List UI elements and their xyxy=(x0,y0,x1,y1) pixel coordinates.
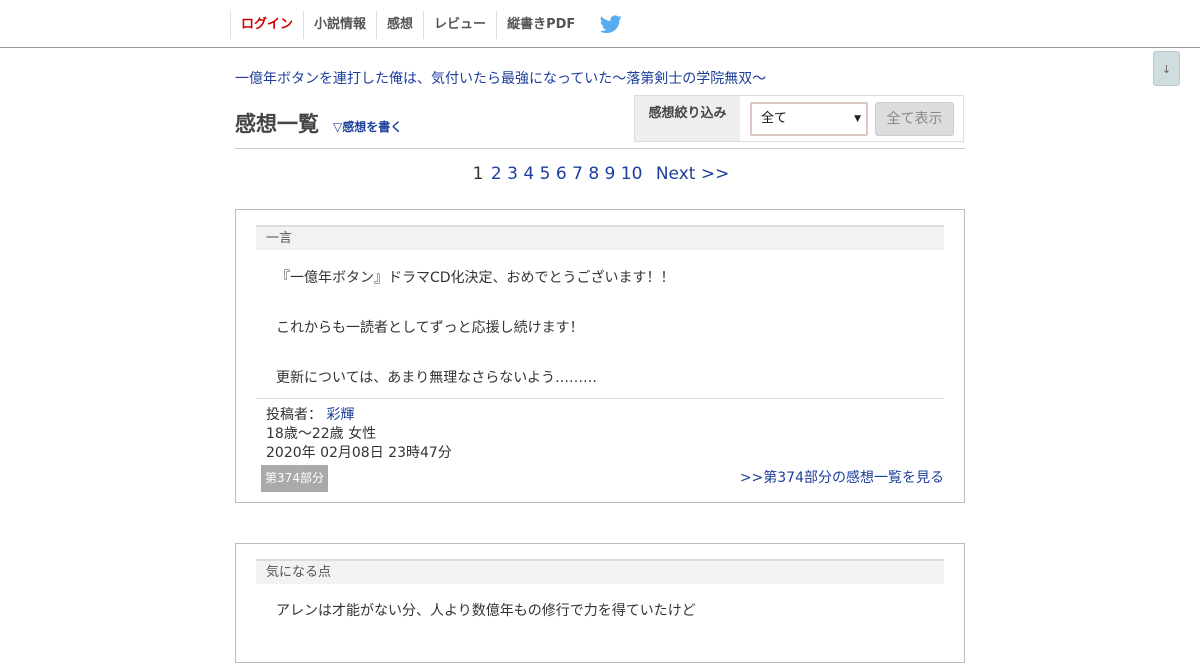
page-link[interactable]: 10 xyxy=(621,164,643,184)
page-next-link[interactable]: Next >> xyxy=(656,164,730,184)
poster-label: 投稿者： xyxy=(266,407,322,423)
page-link[interactable]: 7 xyxy=(572,164,583,184)
scroll-down-button[interactable]: ↓ xyxy=(1153,51,1180,86)
novel-title-link[interactable]: 一億年ボタンを連打した俺は、気付いたら最強になっていた～落第剣士の学院無双～ xyxy=(235,68,766,88)
comment-card: 一言 『一億年ボタン』ドラマCD化決定、おめでとうございます！！ これからも一読… xyxy=(235,209,965,503)
show-all-button[interactable]: 全て表示 xyxy=(875,102,954,136)
page-link[interactable]: 3 xyxy=(507,164,518,184)
comment-divider xyxy=(256,398,944,399)
page-link[interactable]: 8 xyxy=(588,164,599,184)
poster-name-link[interactable]: 彩輝 xyxy=(326,407,354,423)
nav-impressions[interactable]: 感想 xyxy=(376,11,423,39)
poster-demographic: 18歳～22歳 女性 xyxy=(266,426,377,442)
comment-card: 気になる点 アレンは才能がない分、人より数億年もの修行で力を得ていたけど xyxy=(235,543,965,663)
filter-select[interactable]: 全て ▼ xyxy=(750,102,868,136)
page-link[interactable]: 2 xyxy=(491,164,502,184)
nav-login[interactable]: ログイン xyxy=(230,11,303,39)
part-badge: 第374部分 xyxy=(261,465,328,492)
comment-line: 更新については、あまり無理なさらないよう……… xyxy=(276,370,598,386)
page-link[interactable]: 4 xyxy=(523,164,534,184)
site-header: ログイン 小説情報 感想 レビュー 縦書きPDF xyxy=(0,0,1200,48)
divider xyxy=(235,148,965,149)
part-impressions-link[interactable]: >>第374部分の感想一覧を見る xyxy=(740,467,944,487)
impression-filter: 感想絞り込み 全て ▼ 全て表示 xyxy=(634,95,964,142)
page-link[interactable]: 5 xyxy=(540,164,551,184)
nav-reviews[interactable]: レビュー xyxy=(423,11,496,39)
nav-vertical-pdf[interactable]: 縦書きPDF xyxy=(496,11,585,39)
page-title: 感想一覧 xyxy=(235,112,319,136)
filter-selected-value: 全て xyxy=(761,111,788,126)
page-link[interactable]: 6 xyxy=(556,164,567,184)
nav-novel-info[interactable]: 小説情報 xyxy=(303,11,376,39)
caret-down-icon: ▼ xyxy=(854,114,861,124)
comment-heading: 一言 xyxy=(256,225,944,250)
page-current: 1 xyxy=(472,164,484,184)
filter-label: 感想絞り込み xyxy=(635,96,740,141)
comment-line: 『一億年ボタン』ドラマCD化決定、おめでとうございます！！ xyxy=(276,270,675,286)
comment-heading: 気になる点 xyxy=(256,559,944,584)
twitter-bird-icon[interactable] xyxy=(598,13,624,37)
page-link[interactable]: 9 xyxy=(605,164,616,184)
comment-date: 2020年 02月08日 23時47分 xyxy=(266,445,452,461)
pagination: 1 2 3 4 5 6 7 8 9 10 Next >> xyxy=(235,164,965,184)
main-nav: ログイン 小説情報 感想 レビュー 縦書きPDF xyxy=(230,11,585,39)
comment-line: これからも一読者としてずっと応援し続けます！ xyxy=(276,320,584,336)
comment-line: アレンは才能がない分、人より数億年もの修行で力を得ていたけど xyxy=(276,603,696,619)
write-impression-link[interactable]: ▽感想を書く xyxy=(333,118,402,135)
comment-poster: 投稿者： 彩輝 xyxy=(266,404,354,424)
